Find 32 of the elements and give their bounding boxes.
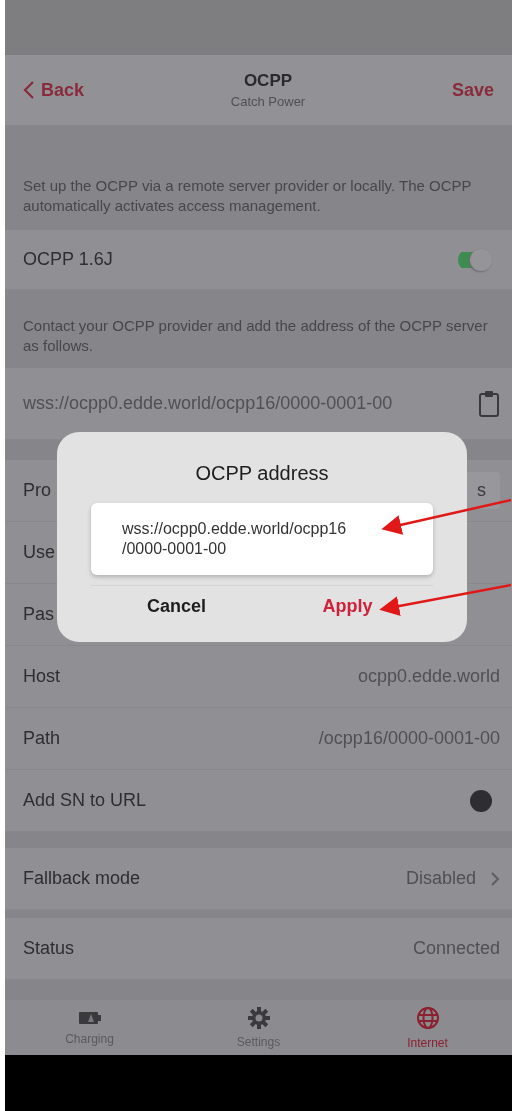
server-url: wss://ocpp0.edde.world/ocpp16/0000-0001-00 bbox=[23, 393, 393, 414]
save-button[interactable]: Save bbox=[451, 79, 494, 101]
row-value: /ocpp16/0000-0001-00 bbox=[318, 728, 500, 749]
globe-icon bbox=[415, 1005, 440, 1030]
tab[interactable]: Internet bbox=[343, 1000, 512, 1055]
row-label: OCPP 1.6J bbox=[23, 249, 113, 270]
row-label: Host bbox=[23, 666, 60, 687]
row-label: Path bbox=[23, 728, 61, 749]
row-label: Add SN to URL bbox=[23, 790, 147, 811]
row-label: Fallback mode bbox=[23, 868, 141, 889]
battery-icon bbox=[78, 1009, 101, 1026]
row-label: Use bbox=[23, 542, 55, 563]
row-label: Pro bbox=[23, 480, 51, 501]
chevron-left-icon bbox=[23, 80, 35, 100]
row-value: ocpp0.edde.world bbox=[357, 666, 500, 687]
back-button[interactable]: Back bbox=[23, 79, 85, 101]
row-label: Status bbox=[23, 938, 75, 959]
row-value: Connected bbox=[412, 938, 500, 959]
apply-button[interactable]: Apply bbox=[262, 586, 433, 627]
address-field[interactable]: wss://ocpp0.edde.world/ocpp16/0000-0001-00 bbox=[91, 503, 433, 575]
cancel-button[interactable]: Cancel bbox=[91, 586, 262, 627]
instruction-text: Contact your OCPP provider and add the address of the OCPP server as follows. bbox=[22, 316, 489, 356]
fallback-row[interactable]: Fallback mode Disabled bbox=[5, 848, 512, 910]
row-label: Pas bbox=[23, 604, 55, 625]
clipboard-icon[interactable] bbox=[478, 389, 500, 418]
page-subtitle: Catch Power bbox=[230, 94, 306, 109]
toggle-switch[interactable] bbox=[458, 248, 492, 271]
row-value: Disabled bbox=[405, 868, 476, 889]
page-title: OCPP bbox=[242, 71, 294, 91]
dialog-title: OCPP address bbox=[194, 462, 330, 485]
intro-text: Set up the OCPP via a remote server provider or locally. The OCPP automatically activates access management. bbox=[22, 176, 473, 216]
chevron-right-icon bbox=[490, 870, 500, 887]
